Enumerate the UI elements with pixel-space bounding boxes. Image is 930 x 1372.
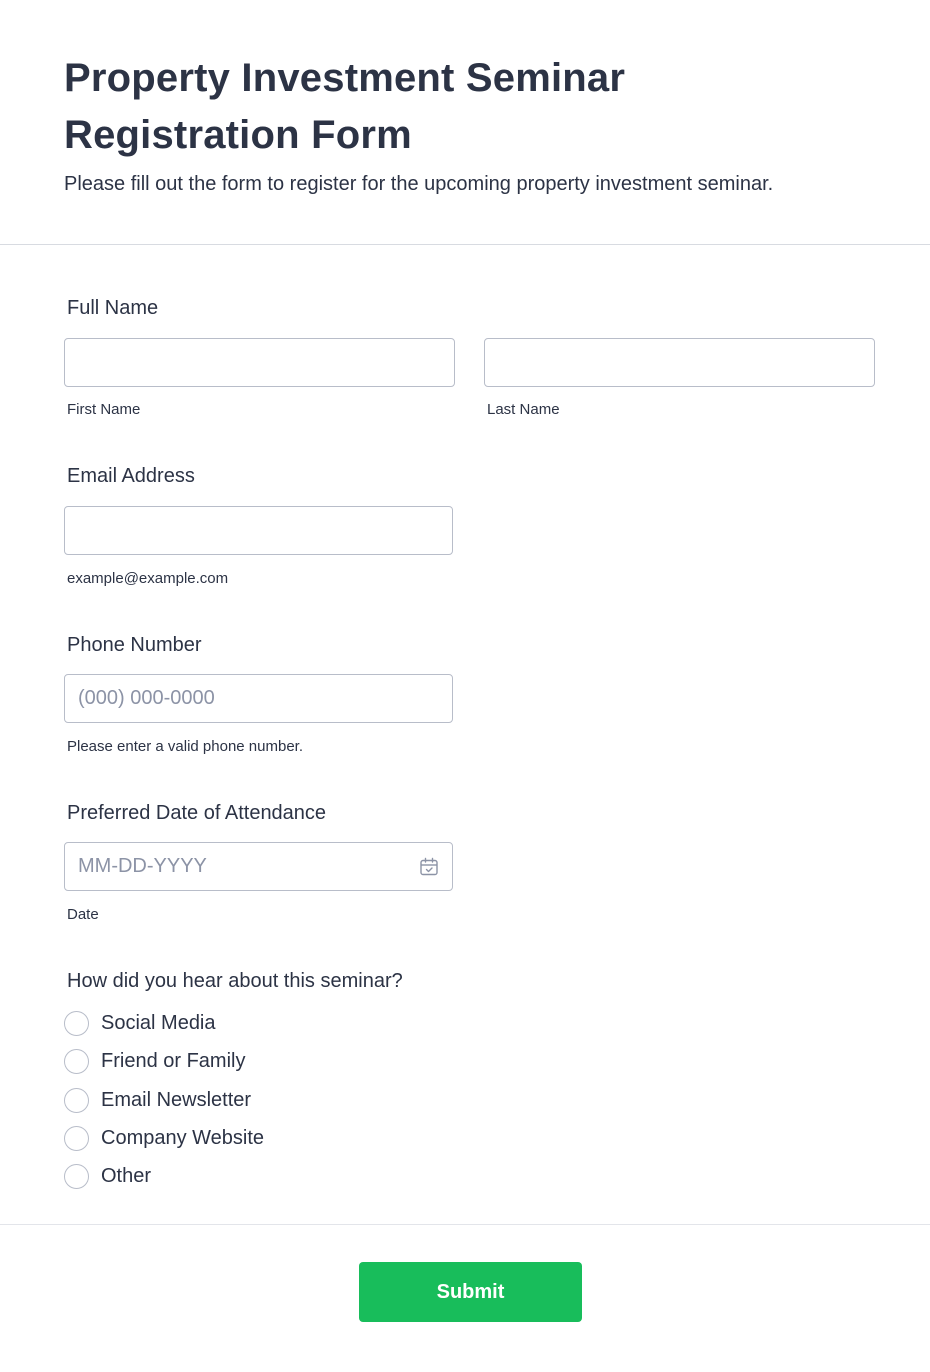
full-name-label: Full Name [67,297,159,319]
email-input[interactable] [64,506,453,555]
first-name-input[interactable] [64,338,455,387]
radio-option-friend-or-family[interactable]: Friend or Family [64,1048,245,1074]
radio-label: Other [101,1164,152,1187]
form-subtitle: Please fill out the form to register for… [64,173,774,195]
radio-label: Social Media [101,1011,216,1034]
email-label: Email Address [67,465,195,487]
date-label-wrap: Preferred Date of Attendance [64,801,326,825]
phone-label-wrap: Phone Number [64,633,202,657]
radio-option-company-website[interactable]: Company Website [64,1125,264,1151]
date-sublabel: Date [67,906,99,923]
phone-sublabel: Please enter a valid phone number. [67,738,303,755]
email-sublabel: example@example.com [67,570,229,587]
radio-button[interactable] [64,1125,89,1151]
phone-label: Phone Number [67,634,202,656]
radio-button[interactable] [64,1048,89,1074]
first-name-sublabel: First Name [67,401,141,418]
radio-option-other[interactable]: Other [64,1163,151,1189]
radio-button[interactable] [64,1163,89,1189]
source-label-wrap: How did you hear about this seminar? [64,969,403,993]
source-label: How did you hear about this seminar? [67,970,403,992]
calendar-icon[interactable] [419,857,439,877]
radio-label: Email Newsletter [101,1088,252,1111]
date-input[interactable] [64,842,453,891]
last-name-input[interactable] [484,338,875,387]
email-label-wrap: Email Address [64,464,195,488]
footer-divider [0,1224,930,1225]
radio-label: Company Website [101,1126,265,1149]
form-header: Property Investment Seminar Registration… [0,0,930,245]
form-title: Property Investment Seminar Registration… [64,56,626,157]
phone-input[interactable] [64,674,453,723]
radio-label: Friend or Family [101,1049,246,1072]
radio-option-social-media[interactable]: Social Media [64,1010,216,1036]
date-label: Preferred Date of Attendance [67,802,327,824]
radio-option-email-newsletter[interactable]: Email Newsletter [64,1087,251,1113]
submit-button[interactable]: Submit [359,1262,582,1322]
radio-button[interactable] [64,1087,89,1113]
radio-button[interactable] [64,1010,89,1036]
full-name-label-wrap: Full Name [64,296,158,320]
last-name-sublabel: Last Name [487,401,560,418]
form-page: Property Investment Seminar Registration… [0,0,930,1372]
